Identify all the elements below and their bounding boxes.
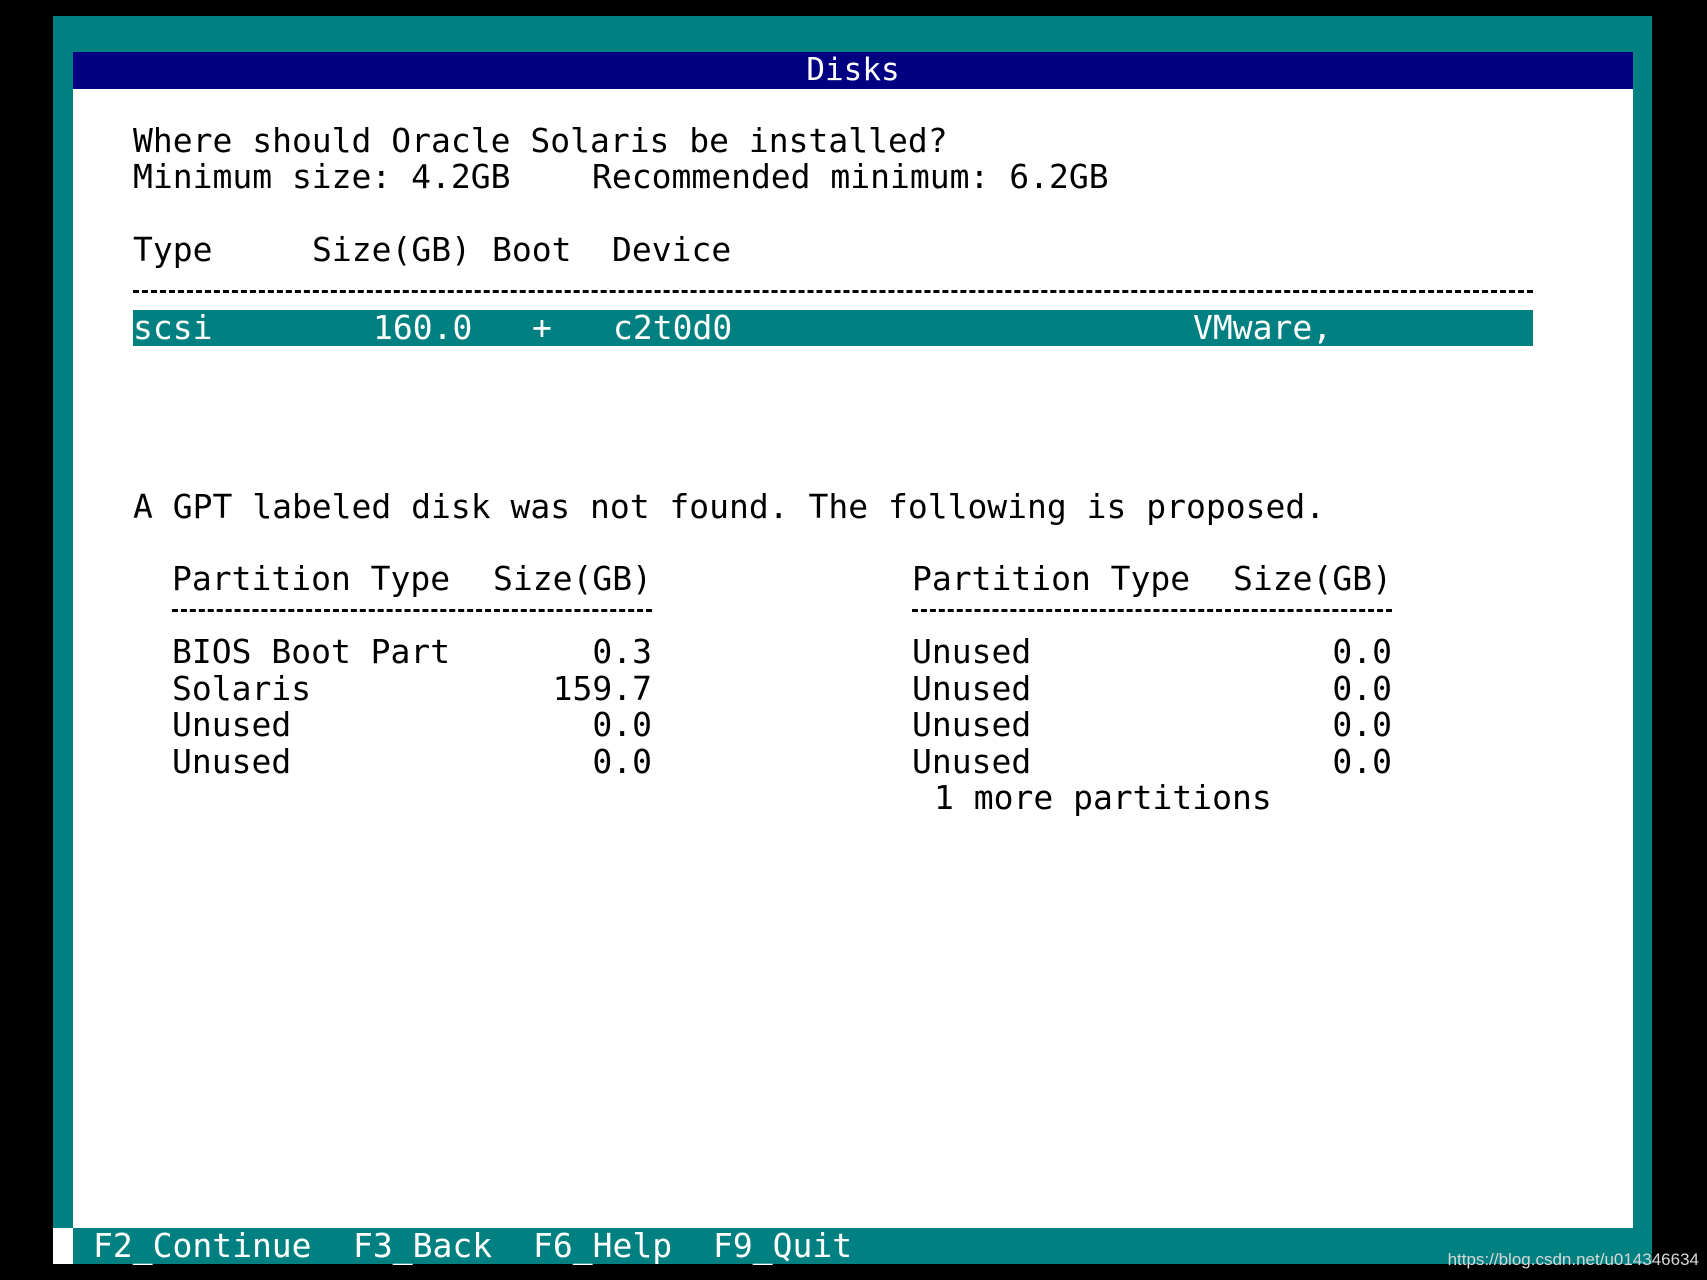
- f6-help-key[interactable]: F6_Help: [533, 1228, 672, 1264]
- gpt-notice: A GPT labeled disk was not found. The fo…: [133, 487, 1326, 526]
- disk-row-selected[interactable]: scsi 160.0 + c2t0d0 VMware,: [133, 310, 1533, 346]
- partition-header-size: Size(GB): [1233, 559, 1392, 598]
- install-question: Where should Oracle Solaris be installed…: [133, 121, 948, 160]
- partition-type: BIOS Boot Part: [172, 632, 451, 671]
- partition-type: Solaris: [172, 668, 312, 708]
- disk-header-boot: Boot: [492, 230, 572, 269]
- more-partitions-text: 1 more partitions: [934, 778, 1272, 817]
- watermark-url: https://blog.csdn.net/u014346634: [1447, 1250, 1699, 1269]
- partition-divider: [912, 609, 1392, 612]
- function-key-bar: F2_Continue F3_Back F6_Help F9_Quit: [53, 1228, 1652, 1264]
- f3-back-key[interactable]: F3_Back: [353, 1228, 492, 1264]
- partition-row[interactable]: Unused 0.0: [172, 707, 652, 744]
- partition-row[interactable]: Solaris 159.7: [172, 668, 652, 708]
- disk-device: c2t0d0: [613, 308, 733, 347]
- partition-table-right: Partition Type Size(GB) Unused 0.0 Unuse…: [912, 561, 1392, 779]
- partition-type: Unused: [912, 705, 1032, 744]
- partition-type: Unused: [912, 668, 1032, 708]
- disk-boot-flag: +: [532, 308, 552, 347]
- partition-type: Unused: [172, 705, 292, 744]
- partition-size: 0.0: [592, 705, 652, 744]
- text-cursor: [53, 1228, 73, 1264]
- partition-row[interactable]: Unused 0.0: [172, 741, 652, 781]
- partition-size: 0.3: [592, 632, 652, 671]
- partition-type: Unused: [172, 741, 292, 781]
- partition-divider: [172, 609, 652, 612]
- partition-size: 0.0: [1332, 668, 1392, 708]
- partition-size: 0.0: [1332, 632, 1392, 671]
- minimum-size-text: Minimum size: 4.2GB: [133, 157, 511, 196]
- window-title: Disks: [73, 52, 1633, 89]
- disks-panel: Disks Where should Oracle Solaris be ins…: [73, 52, 1633, 1228]
- partition-size: 0.0: [592, 741, 652, 781]
- partition-header-row: Partition Type Size(GB): [172, 561, 652, 598]
- partition-row[interactable]: BIOS Boot Part 0.3: [172, 634, 652, 671]
- disk-header-divider: [133, 290, 1533, 293]
- f2-continue-key[interactable]: F2_Continue: [93, 1228, 312, 1264]
- disk-vendor: VMware,: [1193, 308, 1333, 347]
- partition-row[interactable]: Unused 0.0: [912, 634, 1392, 671]
- f9-quit-key[interactable]: F9_Quit: [713, 1228, 852, 1264]
- disk-header-size: Size(GB): [312, 230, 471, 269]
- partition-header-size: Size(GB): [493, 559, 652, 598]
- recommended-minimum-text: Recommended minimum: 6.2GB: [592, 157, 1109, 196]
- partition-row[interactable]: Unused 0.0: [912, 707, 1392, 744]
- disk-type: scsi: [133, 308, 213, 347]
- disk-header-device: Device: [612, 230, 732, 269]
- partition-header-row: Partition Type Size(GB): [912, 561, 1392, 598]
- partition-header-type: Partition Type: [912, 559, 1191, 598]
- partition-header-type: Partition Type: [172, 559, 451, 598]
- partition-row[interactable]: Unused 0.0: [912, 741, 1392, 781]
- partition-type: Unused: [912, 741, 1032, 781]
- partition-type: Unused: [912, 632, 1032, 671]
- partition-row[interactable]: Unused 0.0: [912, 668, 1392, 708]
- disk-size: 160.0: [373, 308, 473, 347]
- partition-table-left: Partition Type Size(GB) BIOS Boot Part 0…: [172, 561, 652, 779]
- disk-header-type: Type: [133, 230, 213, 269]
- partition-size: 159.7: [552, 668, 652, 708]
- partition-size: 0.0: [1332, 705, 1392, 744]
- partition-size: 0.0: [1332, 741, 1392, 781]
